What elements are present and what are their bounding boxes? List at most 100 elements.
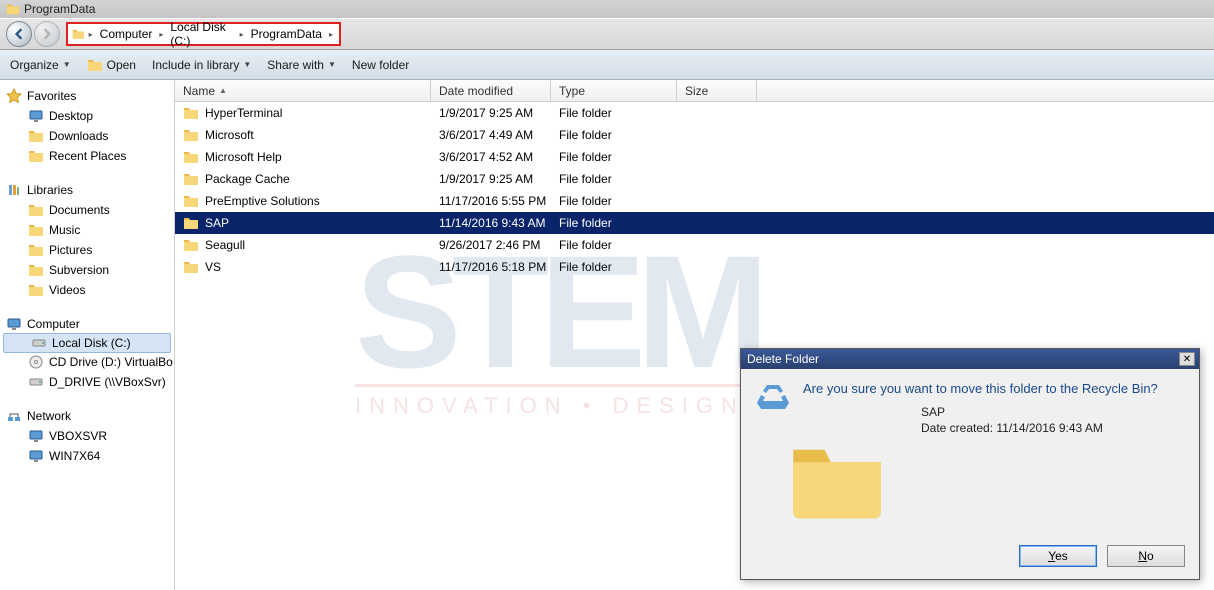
folder-icon [6,2,20,16]
column-name[interactable]: Name▲ [175,80,431,101]
computer-icon [28,448,44,464]
file-row[interactable]: Microsoft3/6/2017 4:49 AMFile folder [175,124,1214,146]
breadcrumb-drive[interactable]: Local Disk (C:) [167,20,235,48]
column-type[interactable]: Type [551,80,677,101]
file-date: 1/9/2017 9:25 AM [431,106,551,120]
file-row[interactable]: Seagull 9/26/2017 2:46 PMFile folder [175,234,1214,256]
file-name: Microsoft Help [205,150,282,164]
folder-icon [28,128,44,144]
file-row[interactable]: VS11/17/2016 5:18 PMFile folder [175,256,1214,278]
dialog-item-name: SAP [921,405,1103,419]
file-row[interactable]: Microsoft Help 3/6/2017 4:52 AMFile folde… [175,146,1214,168]
sidebar-item-downloads[interactable]: Downloads [0,126,174,146]
sidebar-item-documents[interactable]: Documents [0,200,174,220]
recycle-bin-icon [757,381,789,413]
sort-ascending-icon: ▲ [219,86,227,95]
file-type: File folder [551,216,677,230]
breadcrumb-computer[interactable]: Computer [97,27,156,41]
folder-icon [183,127,199,143]
column-date[interactable]: Date modified [431,80,551,101]
delete-folder-dialog: Delete Folder ✕ Are you sure you want to… [740,348,1200,580]
column-headers: Name▲ Date modified Type Size [175,80,1214,102]
sidebar-item-win7x64[interactable]: WIN7X64 [0,446,174,466]
sidebar-item-music[interactable]: Music [0,220,174,240]
yes-button[interactable]: Yes [1019,545,1097,567]
libraries-icon [6,182,22,198]
file-type: File folder [551,194,677,208]
sidebar-favorites[interactable]: Favorites [0,86,174,106]
dialog-close-button[interactable]: ✕ [1179,352,1195,366]
sidebar-computer[interactable]: Computer [0,314,174,334]
back-button[interactable] [6,21,32,47]
file-name: Microsoft [205,128,254,142]
file-type: File folder [551,238,677,252]
new-folder-button[interactable]: New folder [352,58,409,72]
sidebar-item-vboxsvr[interactable]: VBOXSVR [0,426,174,446]
folder-icon [183,237,199,253]
include-library-menu[interactable]: Include in library▼ [152,58,251,72]
chevron-right-icon[interactable]: ▸ [87,30,95,39]
folder-icon [28,262,44,278]
folder-icon [28,282,44,298]
sidebar-libraries[interactable]: Libraries [0,180,174,200]
folder-icon [183,259,199,275]
file-row[interactable]: SAP11/14/2016 9:43 AMFile folder [175,212,1214,234]
chevron-right-icon[interactable]: ▸ [157,30,165,39]
file-name: Package Cache [205,172,290,186]
file-row[interactable]: PreEmptive Solutions 11/17/2016 5:55 PMFi… [175,190,1214,212]
computer-icon [6,316,22,332]
breadcrumb-folder[interactable]: ProgramData [248,27,325,41]
file-date: 9/26/2017 2:46 PM [431,238,551,252]
file-date: 11/17/2016 5:18 PM [431,260,551,274]
file-date: 11/17/2016 5:55 PM [431,194,551,208]
folder-icon [183,149,199,165]
window-titlebar: ProgramData [0,0,1214,18]
folder-large-icon [787,431,887,531]
file-row[interactable]: HyperTerminal 1/9/2017 9:25 AMFile folder [175,102,1214,124]
sidebar-item-recent[interactable]: Recent Places [0,146,174,166]
file-date: 3/6/2017 4:52 AM [431,150,551,164]
sidebar-item-cd-drive[interactable]: CD Drive (D:) VirtualBo [0,352,174,372]
open-button[interactable]: Open [87,57,136,73]
drive-icon [31,335,47,351]
file-type: File folder [551,128,677,142]
cd-icon [28,354,44,370]
sidebar-item-network-drive[interactable]: D_DRIVE (\\VBoxSvr) [0,372,174,392]
no-button[interactable]: No [1107,545,1185,567]
file-row[interactable]: Package Cache1/9/2017 9:25 AMFile folder [175,168,1214,190]
dialog-question: Are you sure you want to move this folde… [803,381,1158,396]
file-name: VS [205,260,221,274]
dialog-titlebar[interactable]: Delete Folder ✕ [741,349,1199,369]
file-name: Seagull [205,238,245,252]
file-type: File folder [551,106,677,120]
column-size[interactable]: Size [677,80,757,101]
sidebar-network[interactable]: Network [0,406,174,426]
file-name: SAP [205,216,229,230]
sidebar-item-local-disk[interactable]: Local Disk (C:) [3,333,171,353]
drive-icon [28,374,44,390]
folder-icon [183,105,199,121]
file-name: PreEmptive Solutions [205,194,320,208]
window-title: ProgramData [24,2,95,16]
chevron-right-icon[interactable]: ▸ [327,30,335,39]
sidebar-item-pictures[interactable]: Pictures [0,240,174,260]
folder-icon [183,215,199,231]
folder-open-icon [87,57,103,73]
folder-icon [28,202,44,218]
sidebar-item-desktop[interactable]: Desktop [0,106,174,126]
dialog-title: Delete Folder [747,352,819,366]
share-with-menu[interactable]: Share with▼ [267,58,336,72]
file-name: HyperTerminal [205,106,282,120]
network-icon [6,408,22,424]
address-bar[interactable]: ▸ Computer ▸ Local Disk (C:) ▸ ProgramDa… [66,22,341,46]
computer-icon [28,428,44,444]
sidebar-item-subversion[interactable]: Subversion [0,260,174,280]
star-icon [6,88,22,104]
forward-button[interactable] [34,21,60,47]
organize-menu[interactable]: Organize▼ [10,58,71,72]
file-type: File folder [551,150,677,164]
sidebar-item-videos[interactable]: Videos [0,280,174,300]
chevron-right-icon[interactable]: ▸ [238,30,246,39]
folder-icon [183,171,199,187]
navigation-pane: Favorites Desktop Downloads Recent Place… [0,80,175,590]
